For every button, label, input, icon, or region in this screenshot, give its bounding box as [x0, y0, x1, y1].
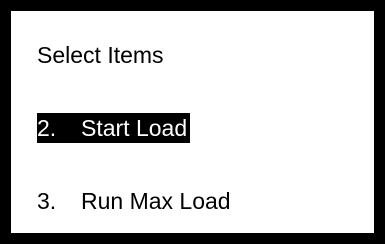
menu-title: Select Items: [37, 42, 164, 68]
menu-item-number: 2.: [37, 115, 57, 141]
menu-item-run-max-load[interactable]: 3. Run Max Load: [37, 186, 234, 216]
menu-item-label: Start Load: [81, 115, 188, 141]
menu-item-label: Run Max Load: [81, 188, 231, 214]
lcd-screen: Select Items 2. Start Load 3. Run Max Load: [0, 0, 385, 244]
menu-item-start-load[interactable]: 2. Start Load: [37, 113, 191, 143]
menu-item-number: 3.: [37, 188, 57, 214]
